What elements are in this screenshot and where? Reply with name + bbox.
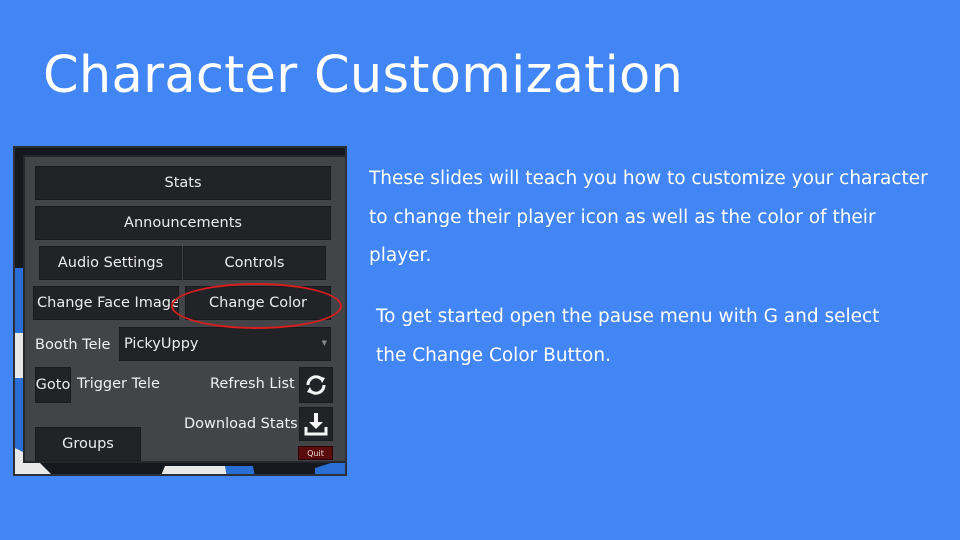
- instruction-text: To get started open the pause menu with …: [376, 306, 880, 366]
- stats-button[interactable]: Stats: [35, 166, 331, 200]
- groups-button[interactable]: Groups: [35, 427, 141, 461]
- download-stats-button[interactable]: [299, 407, 333, 441]
- slide-title: Character Customization: [43, 46, 684, 105]
- change-color-button[interactable]: Change Color: [185, 286, 331, 320]
- controls-button[interactable]: Controls: [183, 246, 326, 280]
- booth-tele-label: Booth Tele: [35, 337, 111, 353]
- goto-button[interactable]: Goto: [35, 367, 71, 403]
- intro-text: These slides will teach you how to custo…: [369, 168, 928, 266]
- pause-menu-screenshot: Stats Announcements Audio Settings Contr…: [13, 146, 347, 476]
- intro-paragraph: These slides will teach you how to custo…: [369, 160, 929, 276]
- quit-button[interactable]: Quit: [298, 446, 333, 460]
- pause-menu-panel: Stats Announcements Audio Settings Contr…: [23, 155, 345, 463]
- refresh-button[interactable]: [299, 367, 333, 403]
- announcements-button[interactable]: Announcements: [35, 206, 331, 240]
- download-stats-label: Download Stats: [184, 416, 298, 432]
- refresh-icon: [306, 375, 326, 395]
- download-icon: [304, 413, 328, 436]
- booth-dropdown-value: PickyUppy: [124, 336, 199, 352]
- audio-settings-button[interactable]: Audio Settings: [39, 246, 182, 280]
- chevron-down-icon: ▼: [321, 339, 327, 347]
- refresh-list-label: Refresh List: [210, 376, 295, 392]
- booth-dropdown[interactable]: PickyUppy ▼: [119, 327, 331, 361]
- instruction-paragraph: To get started open the pause menu with …: [376, 298, 896, 375]
- change-face-image-button[interactable]: Change Face Image: [33, 286, 179, 320]
- trigger-tele-label: Trigger Tele: [77, 376, 160, 392]
